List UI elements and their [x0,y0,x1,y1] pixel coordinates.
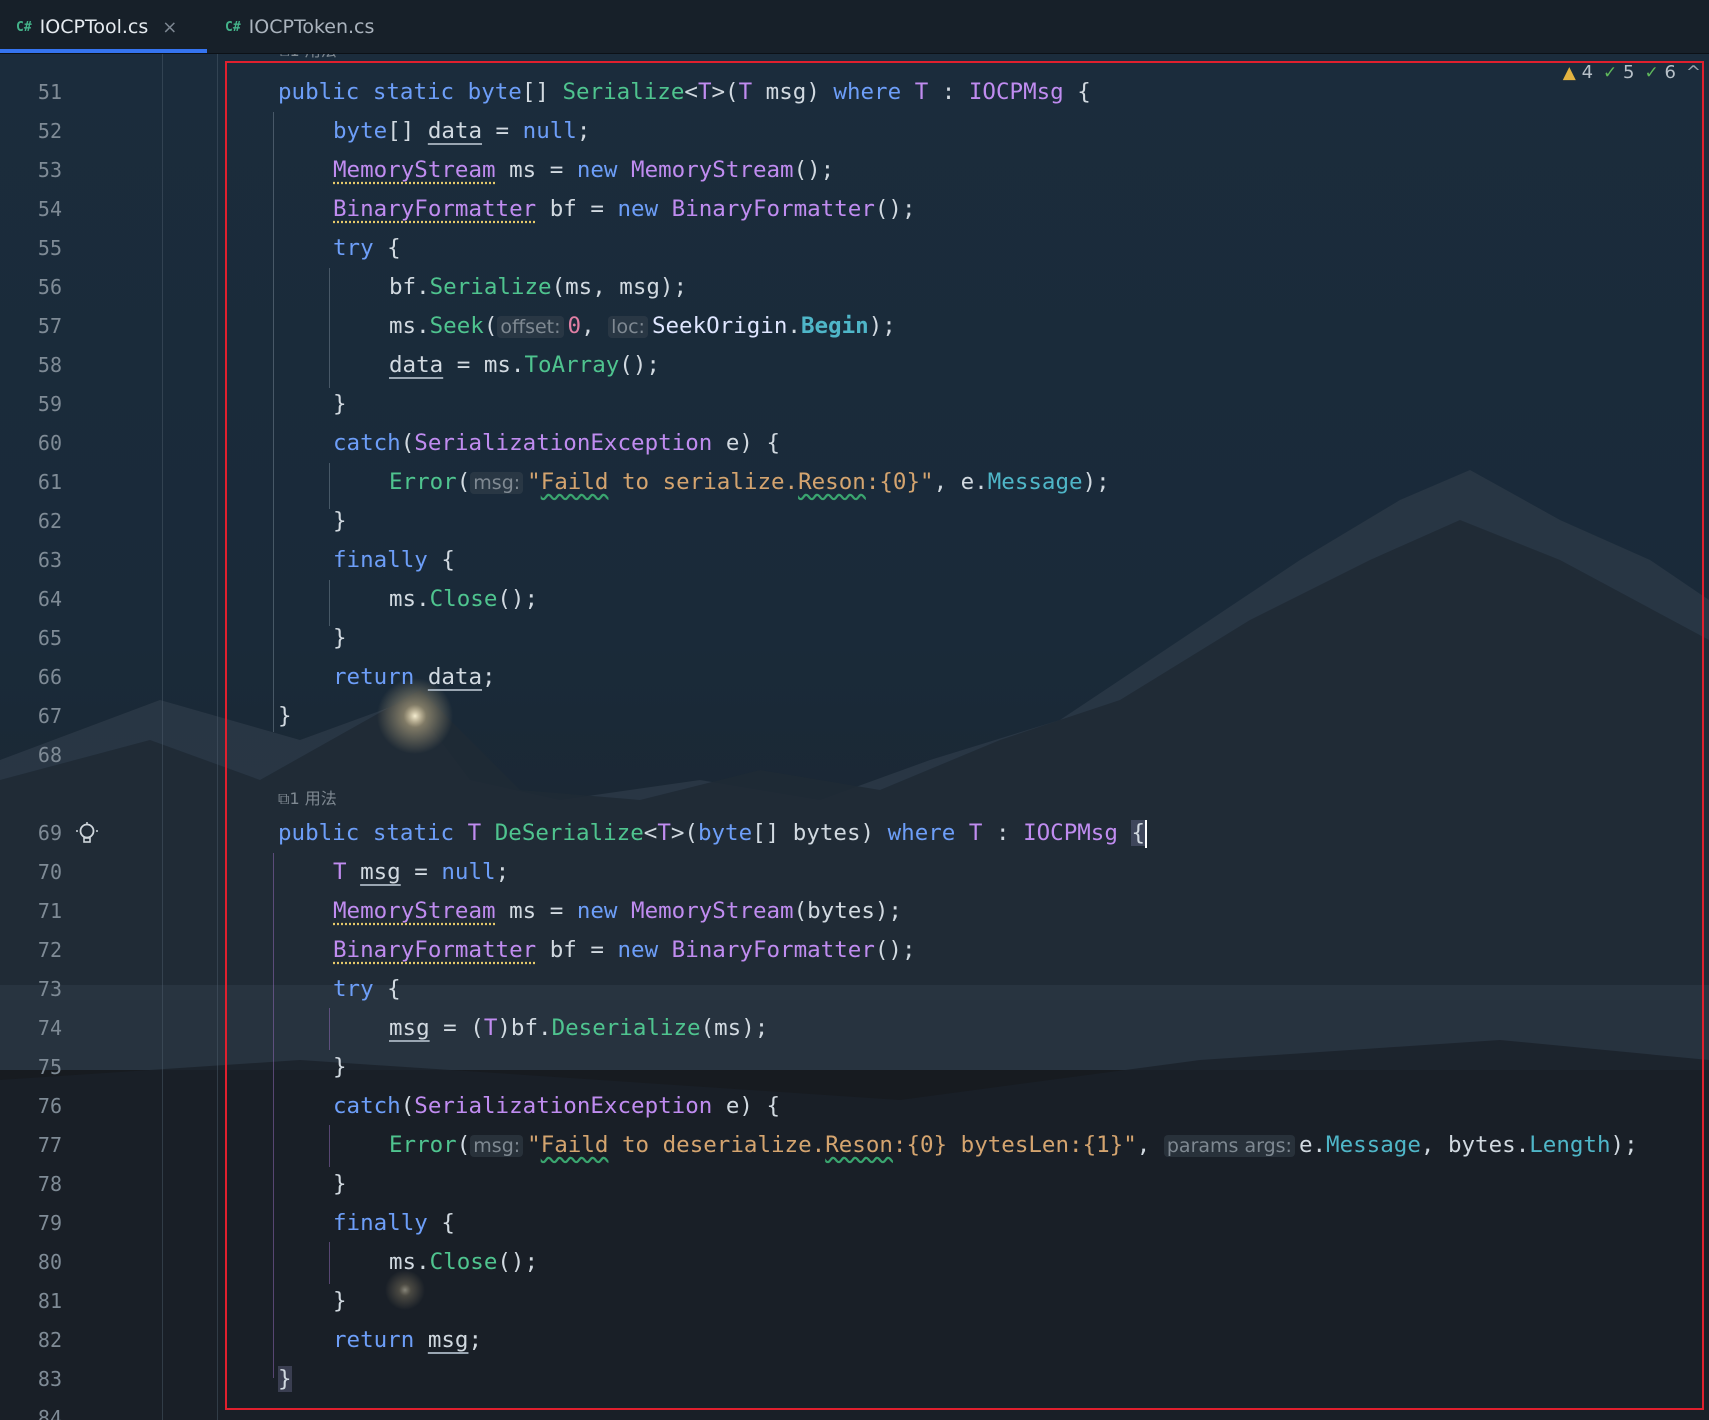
tab-iocptoken[interactable]: C# IOCPToken.cs [225,0,374,54]
csharp-file-icon: C# [225,19,241,35]
tab-iocptool[interactable]: C# IOCPTool.cs × [16,0,177,54]
active-tab-indicator [0,49,207,53]
tab-label: IOCPToken.cs [248,16,375,38]
close-icon[interactable]: × [162,17,177,38]
tab-label: IOCPTool.cs [39,16,149,38]
editor-tab-bar: C# IOCPTool.cs × C# IOCPToken.cs [0,0,1709,54]
highlight-box [225,61,1704,1410]
csharp-file-icon: C# [16,19,32,35]
